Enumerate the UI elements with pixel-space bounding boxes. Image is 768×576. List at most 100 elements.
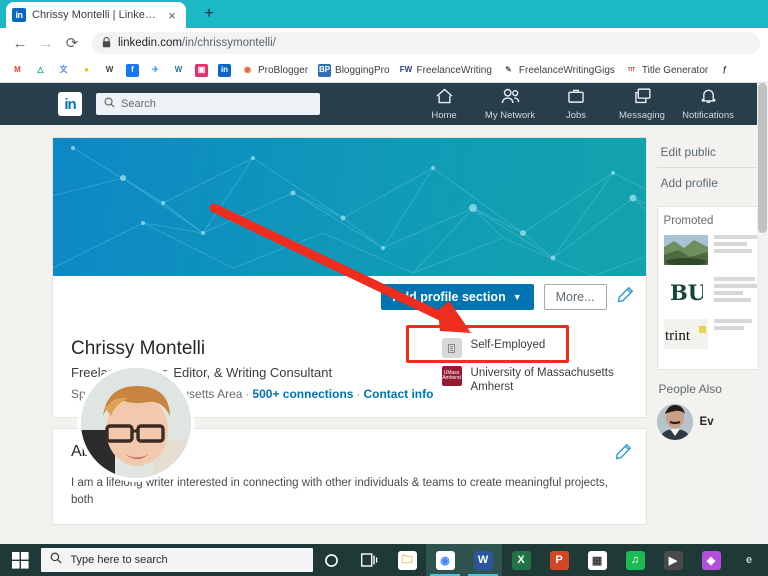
promoted-item[interactable] bbox=[663, 235, 761, 265]
bookmark-item[interactable]: ▣ bbox=[190, 63, 213, 77]
zoom-icon: ▶ bbox=[663, 550, 683, 570]
promoted-item[interactable]: trint bbox=[663, 319, 761, 349]
taskbar-app-app-edge[interactable]: e bbox=[730, 544, 768, 576]
profile-banner[interactable] bbox=[53, 138, 646, 276]
wordpress-icon: W bbox=[172, 63, 185, 77]
page-viewport: in Search Home My Network Jobs Messaging Not… bbox=[0, 83, 768, 544]
taskbar-search-input[interactable]: Type here to search bbox=[41, 548, 314, 572]
taskbar-app-calculator[interactable]: ▦ bbox=[578, 544, 616, 576]
profile-affiliations: Self-Employed UMass Amherst University of … bbox=[441, 338, 632, 395]
microsoft-word-icon: W bbox=[473, 550, 493, 570]
landscape-thumb-image bbox=[663, 235, 708, 265]
affiliation-item[interactable]: Self-Employed bbox=[441, 338, 632, 358]
banner-network-pattern bbox=[53, 146, 646, 276]
taskbar-app-list: 🗀 ◉ W X P ▦ ♫ ▶ ◆ e bbox=[388, 544, 768, 576]
google-drive-icon: △ bbox=[34, 63, 47, 77]
nav-item-jobs[interactable]: Jobs bbox=[544, 88, 608, 121]
bookmark-label: FreelanceWritingGigs bbox=[518, 64, 615, 76]
promoted-title: Promoted bbox=[663, 215, 714, 227]
taskbar-app-file-explorer[interactable]: 🗀 bbox=[388, 544, 426, 576]
person-name: Ev bbox=[699, 416, 714, 428]
bookmark-item[interactable]: W bbox=[98, 63, 121, 77]
start-button[interactable] bbox=[0, 544, 41, 576]
bell-icon bbox=[701, 88, 716, 109]
close-icon[interactable]: × bbox=[164, 9, 180, 22]
pencil-icon[interactable] bbox=[617, 286, 634, 308]
bookmark-item[interactable]: ✎ FreelanceWritingGigs bbox=[497, 63, 620, 77]
task-view-icon[interactable] bbox=[351, 544, 389, 576]
affiliation-item[interactable]: UMass Amherst University of Massachusetts… bbox=[441, 366, 632, 395]
bookmark-item[interactable]: W bbox=[167, 63, 190, 77]
linkedin-favicon-icon: in bbox=[12, 8, 26, 22]
promoted-item[interactable]: BU bbox=[664, 277, 761, 307]
gmail-icon: M bbox=[11, 63, 24, 77]
connections-link[interactable]: 500+ connections bbox=[252, 387, 353, 401]
bookmark-item[interactable]: BP BloggingPro bbox=[313, 63, 394, 77]
page-scrollbar[interactable] bbox=[757, 83, 768, 544]
pencil-icon[interactable] bbox=[615, 443, 632, 465]
microsoft-excel-icon: X bbox=[511, 550, 531, 570]
spotify-icon: ♫ bbox=[625, 550, 645, 570]
address-bar[interactable]: linkedin.com/in/chrissymontelli/ bbox=[92, 32, 760, 54]
wikipedia-icon: W bbox=[103, 63, 116, 77]
cortana-icon[interactable] bbox=[313, 544, 351, 576]
search-icon bbox=[104, 95, 115, 113]
baylor-university-logo-icon: BU bbox=[664, 277, 708, 307]
search-input[interactable]: Search bbox=[96, 93, 320, 115]
nav-item-notifications[interactable]: Notifications bbox=[676, 88, 740, 121]
bookmark-label: FreelanceWriting bbox=[416, 64, 492, 76]
taskbar-app-microsoft-excel[interactable]: X bbox=[502, 544, 540, 576]
bloggingpro-icon: BP bbox=[318, 63, 332, 77]
reload-icon[interactable]: ⟳ bbox=[60, 31, 84, 55]
taskbar-app-app-purple[interactable]: ◆ bbox=[692, 544, 730, 576]
nav-item-home[interactable]: Home bbox=[412, 87, 476, 121]
bookmark-item[interactable]: in bbox=[213, 63, 236, 77]
right-sidebar: Edit public Add profile Promoted BU trin… bbox=[656, 137, 768, 525]
more-button[interactable]: More... bbox=[543, 284, 607, 310]
promoted-text-lines bbox=[713, 235, 761, 253]
url-path: /in/chrissymontelli/ bbox=[181, 37, 276, 49]
meta-separator-1: · bbox=[245, 387, 250, 401]
bookmark-item[interactable]: M bbox=[6, 63, 29, 77]
bookmark-item[interactable]: △ bbox=[29, 63, 52, 77]
bookmark-item[interactable]: ✈ bbox=[144, 63, 167, 77]
profile-action-row: Add profile section ▼ More... bbox=[380, 284, 634, 310]
linkedin-nav-items: Home My Network Jobs Messaging Notifications bbox=[412, 87, 756, 121]
browser-tab-strip: in Chrissy Montelli | LinkedIn × + bbox=[0, 0, 768, 28]
nav-item-my-network[interactable]: My Network bbox=[478, 88, 542, 121]
back-icon[interactable]: ← bbox=[8, 31, 32, 55]
linkedin-global-nav: in Search Home My Network Jobs Messaging Not… bbox=[0, 83, 768, 125]
instagram-icon: ▣ bbox=[195, 63, 208, 77]
add-profile-section-link[interactable]: Add profile bbox=[657, 168, 768, 198]
add-profile-section-button[interactable]: Add profile section ▼ bbox=[380, 284, 534, 310]
new-tab-button[interactable]: + bbox=[196, 1, 222, 27]
bookmark-item[interactable]: TIT Title Generator bbox=[620, 63, 713, 77]
bookmark-item[interactable]: ƒ bbox=[713, 63, 736, 77]
freelancewritinggigs-icon: ✎ bbox=[501, 63, 515, 77]
avatar[interactable] bbox=[77, 364, 195, 482]
bookmark-item[interactable]: ◉ ProBlogger bbox=[236, 63, 313, 77]
nav-item-messaging[interactable]: Messaging bbox=[610, 87, 674, 121]
scrollbar-thumb[interactable] bbox=[758, 83, 767, 233]
browser-toolbar: ← → ⟳ linkedin.com/in/chrissymontelli/ bbox=[0, 28, 768, 58]
taskbar-app-google-chrome[interactable]: ◉ bbox=[426, 544, 465, 576]
taskbar-app-microsoft-word[interactable]: W bbox=[464, 544, 503, 576]
edit-public-profile-link[interactable]: Edit public bbox=[657, 137, 768, 167]
people-icon bbox=[501, 88, 520, 109]
bookmark-item[interactable]: f bbox=[121, 63, 144, 77]
contact-info-link[interactable]: Contact info bbox=[363, 387, 433, 401]
taskbar-app-spotify[interactable]: ♫ bbox=[616, 544, 654, 576]
bookmark-item[interactable]: 文 bbox=[52, 63, 75, 77]
taskbar-app-microsoft-powerpoint[interactable]: P bbox=[540, 544, 578, 576]
bookmark-item[interactable]: ● bbox=[75, 63, 98, 77]
forward-icon[interactable]: → bbox=[34, 31, 58, 55]
list-item[interactable]: Ev bbox=[656, 404, 768, 440]
bookmark-item[interactable]: FW FreelanceWriting bbox=[395, 63, 497, 77]
browser-tab[interactable]: in Chrissy Montelli | LinkedIn × bbox=[6, 2, 186, 28]
self-employed-logo bbox=[441, 338, 462, 358]
fonts-icon: ƒ bbox=[718, 63, 732, 77]
linkedin-logo-icon[interactable]: in bbox=[58, 92, 82, 116]
nav-item-label: Notifications bbox=[682, 109, 734, 121]
taskbar-app-zoom[interactable]: ▶ bbox=[654, 544, 692, 576]
taskbar-search-placeholder: Type here to search bbox=[70, 554, 168, 566]
